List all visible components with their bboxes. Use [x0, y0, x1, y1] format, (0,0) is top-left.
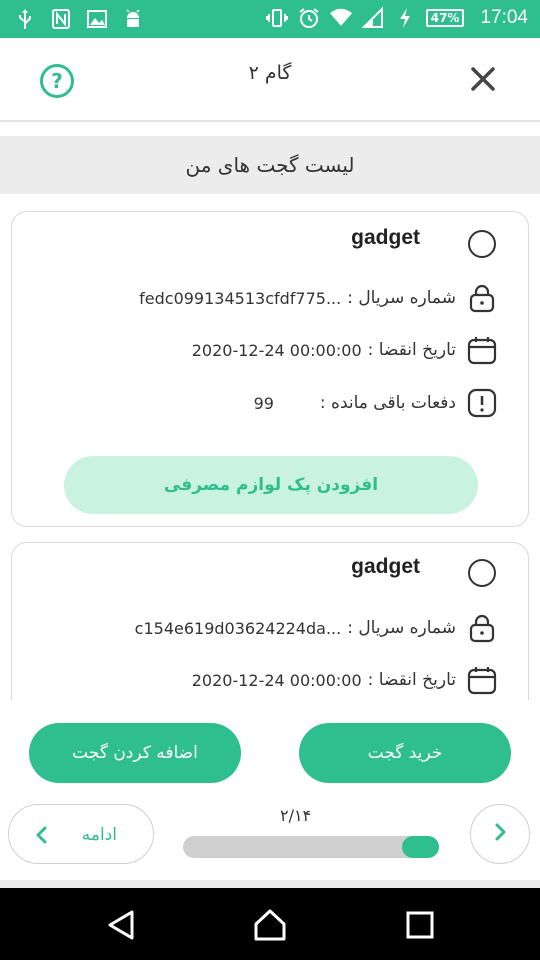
calendar-icon — [466, 664, 498, 696]
progress-text: ۲/۱۴ — [280, 806, 312, 825]
image-icon — [86, 8, 108, 30]
gadget-name: gadget — [351, 555, 420, 578]
serial-value: fedc099134513cfdf775... — [139, 288, 342, 308]
android-icon — [122, 8, 144, 30]
add-gadget-button[interactable]: اضافه کردن گجت — [29, 723, 241, 783]
next-label: ادامه — [81, 825, 117, 845]
radio-button[interactable] — [466, 557, 498, 589]
add-consumables-button[interactable]: افزودن پک لوازم مصرفی — [64, 456, 478, 514]
next-button[interactable]: ادامه — [8, 804, 154, 864]
expiry-value: 2020-12-24 00:00:00 — [191, 670, 362, 690]
recents-nav-icon[interactable] — [403, 908, 437, 942]
gadget-card[interactable]: gadget شماره سریال : fedc099134513cfdf77… — [11, 211, 529, 527]
remaining-label: دفعات باقی مانده : — [319, 393, 456, 413]
nfc-icon — [50, 8, 72, 30]
charging-icon — [394, 7, 416, 29]
section-title: لیست گجت های من — [0, 136, 540, 194]
progress-bar — [183, 836, 439, 858]
vibrate-icon — [265, 7, 288, 29]
step-footer: ادامه ۲/۱۴ — [0, 800, 540, 880]
buy-gadget-button[interactable]: خرید گجت — [299, 723, 511, 783]
back-button[interactable] — [470, 804, 530, 864]
signal-icon — [361, 7, 384, 29]
gadget-name: gadget — [351, 226, 420, 249]
serial-label: شماره سریال : — [347, 618, 456, 638]
expiry-label: تاریخ انقضا : — [367, 340, 456, 360]
alarm-icon — [298, 7, 320, 29]
status-bar: 47% 17:04 — [0, 0, 540, 38]
chevron-left-icon — [35, 825, 47, 849]
system-nav-bar — [0, 888, 540, 960]
wifi-icon — [329, 7, 352, 29]
expiry-label: تاریخ انقضا : — [367, 670, 456, 690]
lock-icon — [466, 612, 498, 644]
lock-icon — [466, 282, 498, 314]
chevron-right-icon — [494, 822, 506, 846]
gadget-card[interactable]: gadget شماره سریال : c154e619d03624224da… — [11, 542, 529, 700]
back-nav-icon[interactable] — [104, 908, 138, 942]
page-title: گام ۲ — [248, 62, 292, 84]
expiry-value: 2020-12-24 00:00:00 — [191, 340, 362, 360]
close-icon[interactable] — [466, 62, 500, 96]
clock: 17:04 — [480, 7, 528, 28]
footer-divider — [0, 880, 540, 888]
serial-value: c154e619d03624224da... — [134, 618, 342, 638]
radio-button[interactable] — [466, 228, 498, 260]
gadget-list[interactable]: gadget شماره سریال : fedc099134513cfdf77… — [0, 194, 540, 700]
alert-icon — [466, 387, 498, 419]
app-bar: ? گام ۲ — [0, 38, 540, 122]
serial-label: شماره سریال : — [347, 288, 456, 308]
calendar-icon — [466, 334, 498, 366]
battery-level: 47% — [425, 9, 465, 27]
remaining-value: 99 — [253, 393, 274, 413]
usb-icon — [14, 8, 36, 30]
progress-fill — [402, 836, 439, 858]
home-nav-icon[interactable] — [253, 908, 287, 942]
battery-indicator: 47% — [425, 9, 465, 27]
